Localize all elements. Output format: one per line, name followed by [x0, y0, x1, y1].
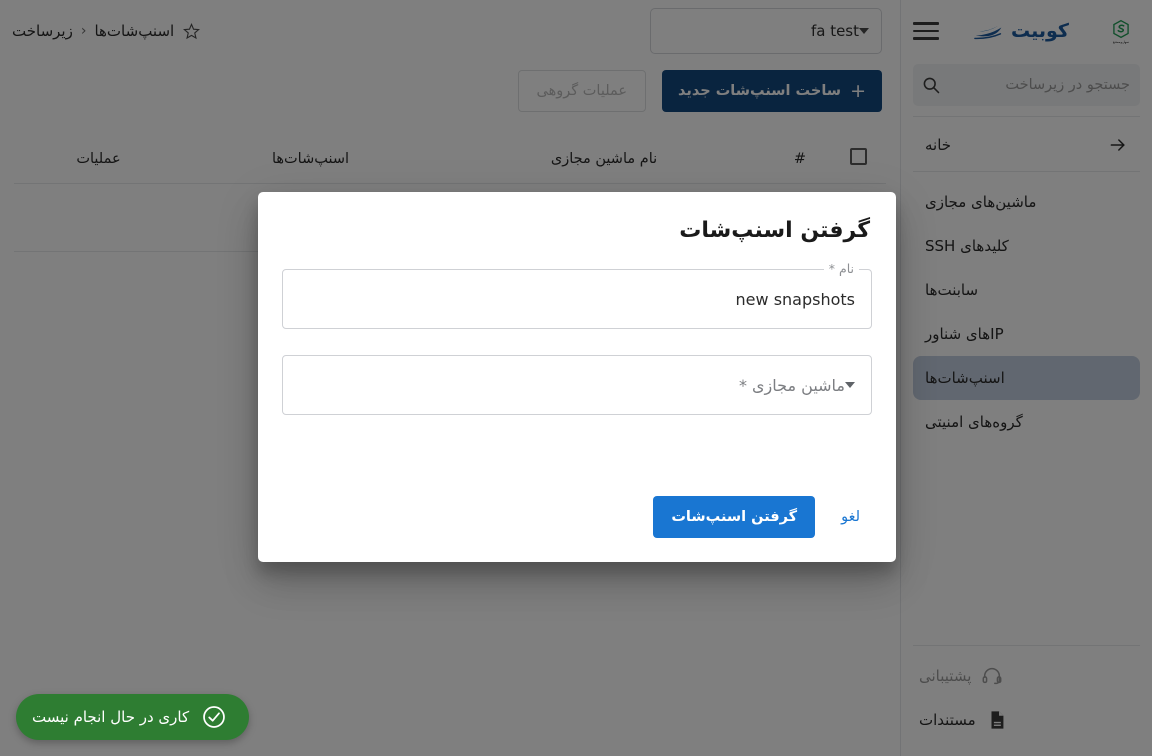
modal-footer: گرفتن اسنپ‌شات لغو: [282, 496, 872, 562]
status-toast: کاری در حال انجام نیست: [16, 694, 250, 740]
snapshot-name-label: نام *: [823, 261, 859, 276]
snapshot-name-field[interactable]: نام *: [282, 261, 872, 329]
take-snapshot-modal: گرفتن اسنپ‌شات نام * ماشین مجازی * گرفتن…: [258, 192, 896, 562]
modal-title: گرفتن اسنپ‌شات: [679, 218, 870, 243]
cancel-button[interactable]: لغو: [829, 496, 872, 538]
vm-select-field[interactable]: ماشین مجازی *: [282, 355, 872, 415]
check-circle-icon: [203, 706, 225, 728]
toast-message: کاری در حال انجام نیست: [32, 708, 190, 726]
vm-select-placeholder: ماشین مجازی *: [738, 375, 845, 395]
submit-snapshot-button[interactable]: گرفتن اسنپ‌شات: [653, 496, 816, 538]
snapshot-name-input[interactable]: [299, 289, 855, 309]
modal-body: نام * ماشین مجازی *: [282, 243, 872, 441]
app-root: fa test زیرساخت ‹ اسنپ‌شات‌ها ساخت اسنپ‌…: [0, 0, 1152, 756]
chevron-down-icon: [845, 382, 855, 388]
